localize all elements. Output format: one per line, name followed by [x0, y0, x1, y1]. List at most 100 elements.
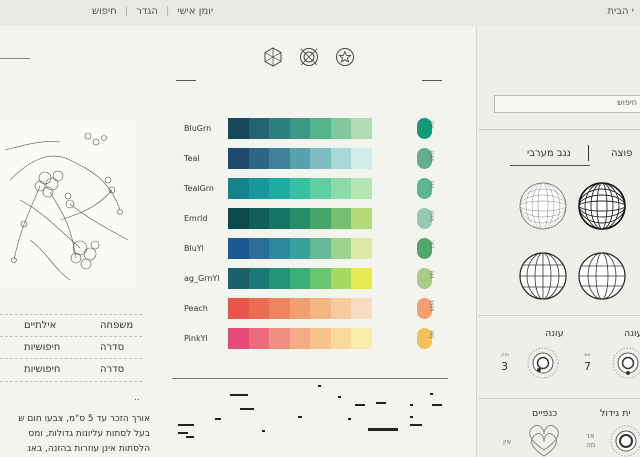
color-swatch[interactable] [228, 268, 249, 289]
color-swatch[interactable] [248, 178, 269, 199]
color-pill[interactable]: 318 [417, 118, 433, 139]
sphere-globe-tilted-option[interactable] [577, 251, 627, 301]
color-swatch[interactable] [330, 178, 351, 199]
color-swatch[interactable] [351, 148, 372, 169]
color-swatch[interactable] [228, 328, 249, 349]
habitat-dial[interactable] [610, 424, 640, 457]
color-swatch[interactable] [248, 328, 269, 349]
color-swatch[interactable] [330, 148, 351, 169]
color-pill[interactable]: 367 [417, 238, 433, 259]
color-swatch[interactable] [330, 208, 351, 229]
color-swatch[interactable] [351, 118, 372, 139]
color-swatch[interactable] [310, 268, 331, 289]
color-swatch[interactable] [269, 148, 290, 169]
taxonomy-value[interactable]: אילתיים [24, 320, 56, 331]
wings-selector[interactable] [524, 420, 564, 457]
color-swatch[interactable] [228, 238, 249, 259]
season-end-dial[interactable] [612, 347, 640, 379]
season-start-dial[interactable] [527, 347, 559, 379]
color-swatch[interactable] [228, 298, 249, 319]
color-swatch[interactable] [310, 238, 331, 259]
season-start-value: 3 [501, 360, 508, 373]
color-swatch[interactable] [310, 118, 331, 139]
taxonomy-value[interactable]: חיפושיות [24, 364, 60, 375]
color-pill[interactable]: 381 [417, 328, 433, 349]
star-icon[interactable] [334, 46, 356, 68]
color-swatch[interactable] [228, 208, 249, 229]
color-pill[interactable]: 346 [417, 178, 433, 199]
color-swatch[interactable] [269, 118, 290, 139]
color-swatch[interactable] [289, 238, 310, 259]
color-swatch[interactable] [248, 148, 269, 169]
color-swatch[interactable] [330, 238, 351, 259]
color-swatch[interactable] [310, 148, 331, 169]
color-pill[interactable]: 3395 [417, 208, 433, 229]
color-pill[interactable]: 1595 [417, 298, 433, 319]
description-line: הלסתות אינן עוזרות בהזנה, באנ [27, 444, 150, 454]
target-icon[interactable] [298, 46, 320, 68]
tab-underline [510, 165, 590, 166]
color-swatch[interactable] [248, 118, 269, 139]
color-swatch[interactable] [289, 118, 310, 139]
sidebar-divider [478, 129, 640, 130]
search-input[interactable]: חיפוש [494, 95, 640, 113]
color-swatch[interactable] [269, 238, 290, 259]
nav-define[interactable]: הגדר [136, 6, 158, 17]
color-swatch[interactable] [289, 328, 310, 349]
color-swatch[interactable] [330, 298, 351, 319]
palette-swatches [228, 268, 372, 289]
color-swatch[interactable] [351, 208, 372, 229]
color-swatch[interactable] [228, 118, 249, 139]
palette-name: TealGrn [184, 184, 214, 193]
color-swatch[interactable] [248, 298, 269, 319]
nav-search[interactable]: חיפוש [92, 6, 117, 17]
color-swatch[interactable] [330, 268, 351, 289]
palette-swatches [228, 298, 372, 319]
palette-swatches [228, 148, 372, 169]
color-swatch[interactable] [248, 238, 269, 259]
color-swatch[interactable] [289, 208, 310, 229]
color-swatch[interactable] [269, 268, 290, 289]
color-pill[interactable]: 3395 [417, 148, 433, 169]
taxonomy-value[interactable]: חיפושיות [24, 342, 60, 353]
color-swatch[interactable] [351, 268, 372, 289]
color-swatch[interactable] [289, 298, 310, 319]
color-swatch[interactable] [269, 208, 290, 229]
color-pill[interactable]: 346 [417, 268, 433, 289]
nav-journal[interactable]: יומן אישי [177, 6, 213, 17]
color-swatch[interactable] [310, 178, 331, 199]
sphere-grid-dark-option[interactable] [577, 181, 627, 231]
sphere-globe-option[interactable] [518, 251, 568, 301]
habitat-label: ית גידול [600, 408, 631, 419]
color-swatch[interactable] [289, 268, 310, 289]
color-swatch[interactable] [248, 208, 269, 229]
color-swatch[interactable] [228, 178, 249, 199]
color-swatch[interactable] [269, 178, 290, 199]
top-bar: יומן אישי | הגדר | חיפוש י הבית [0, 0, 640, 27]
more-dots[interactable]: .. [134, 393, 140, 403]
color-swatch[interactable] [289, 148, 310, 169]
color-swatch[interactable] [310, 328, 331, 349]
pill-code: 3395 [428, 150, 433, 162]
nav-home[interactable]: י הבית [607, 6, 634, 17]
tab-region-west-negev[interactable]: נגב מערבי [527, 148, 571, 159]
season-label-2: עונה [624, 328, 640, 339]
sphere-grid-light-option[interactable] [518, 181, 568, 231]
color-swatch[interactable] [310, 208, 331, 229]
color-swatch[interactable] [248, 268, 269, 289]
color-swatch[interactable] [269, 298, 290, 319]
season-label: עונה [545, 328, 564, 339]
taxonomy-row: אילתיים משפחה [0, 314, 142, 337]
color-swatch[interactable] [269, 328, 290, 349]
color-swatch[interactable] [330, 328, 351, 349]
tab-distribution[interactable]: פוצה [611, 148, 632, 159]
color-swatch[interactable] [351, 178, 372, 199]
color-swatch[interactable] [310, 298, 331, 319]
color-swatch[interactable] [351, 298, 372, 319]
color-swatch[interactable] [351, 238, 372, 259]
color-swatch[interactable] [330, 118, 351, 139]
color-swatch[interactable] [351, 328, 372, 349]
color-swatch[interactable] [228, 148, 249, 169]
color-swatch[interactable] [289, 178, 310, 199]
hexagon-icon[interactable] [262, 46, 284, 68]
